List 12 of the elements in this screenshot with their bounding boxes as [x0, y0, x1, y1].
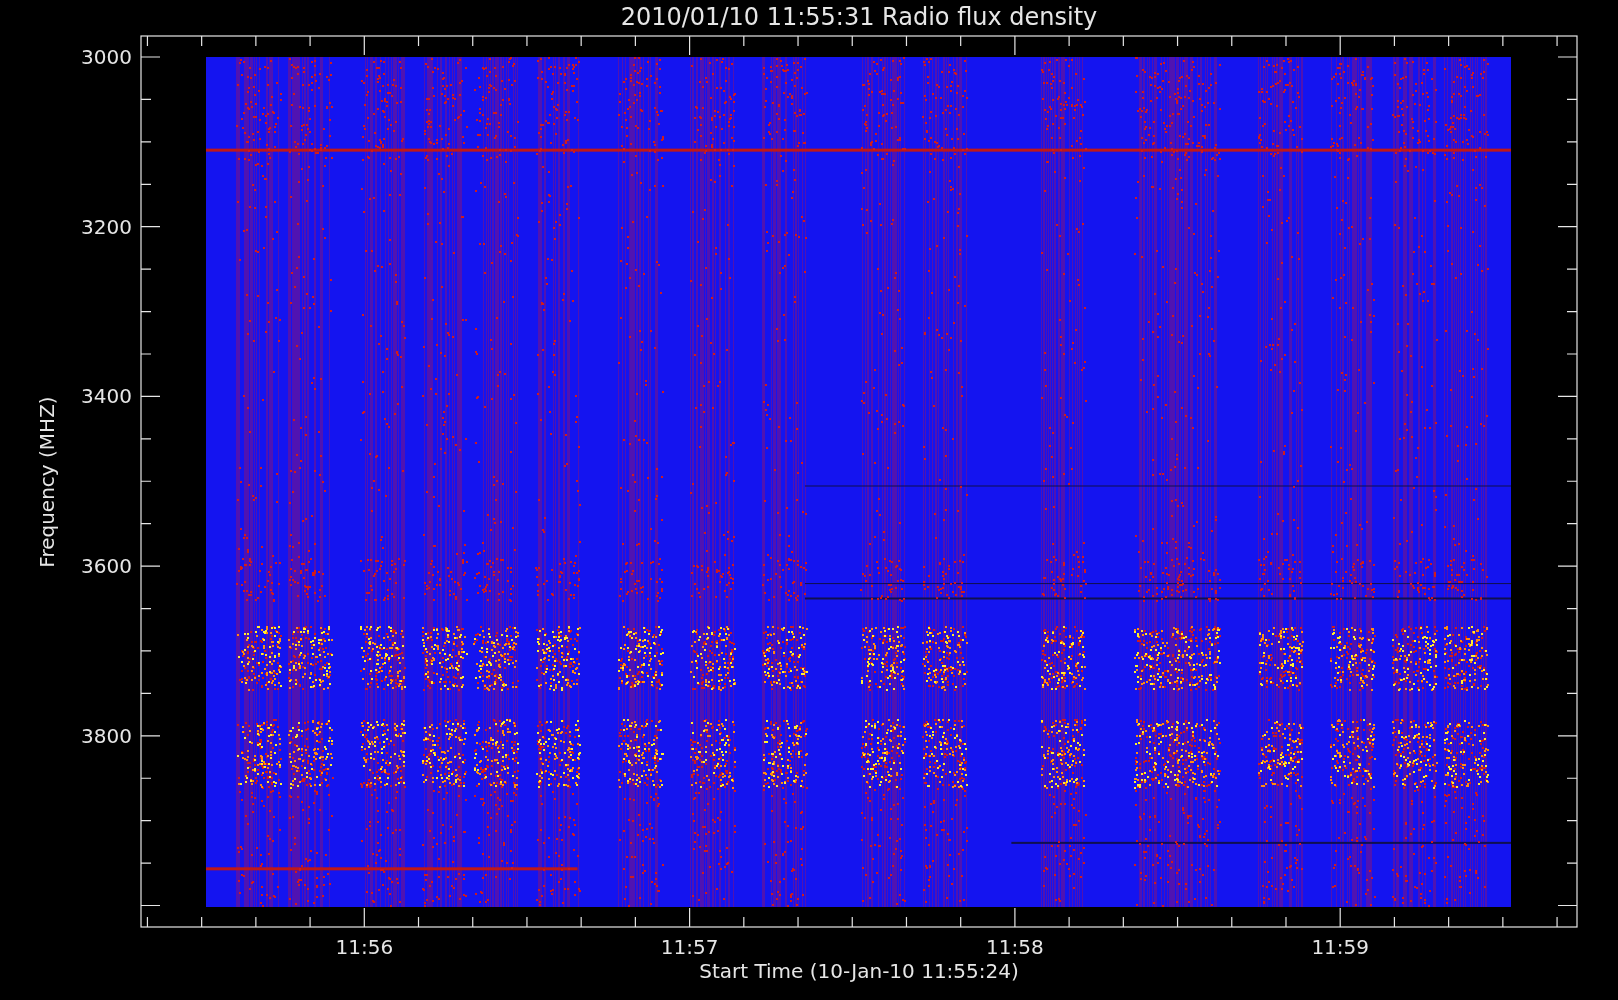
tick-label: 3400: [81, 384, 132, 409]
tick-label: 3800: [81, 723, 132, 748]
tick-label: 11:57: [660, 935, 719, 959]
plot-title: 2010/01/10 11:55:31 Radio flux density: [620, 3, 1098, 31]
axis-label: Frequency (MHZ): [35, 396, 59, 568]
tick-label: 11:59: [1311, 935, 1369, 959]
axis-label: Start Time (10-Jan-10 11:55:24): [699, 959, 1019, 983]
tick-label: 3600: [81, 554, 132, 579]
tick-label: 11:58: [986, 935, 1044, 959]
tick-label: 3000: [81, 45, 132, 69]
tick-label: 3200: [81, 214, 132, 239]
tick-label: 11:56: [335, 935, 394, 959]
